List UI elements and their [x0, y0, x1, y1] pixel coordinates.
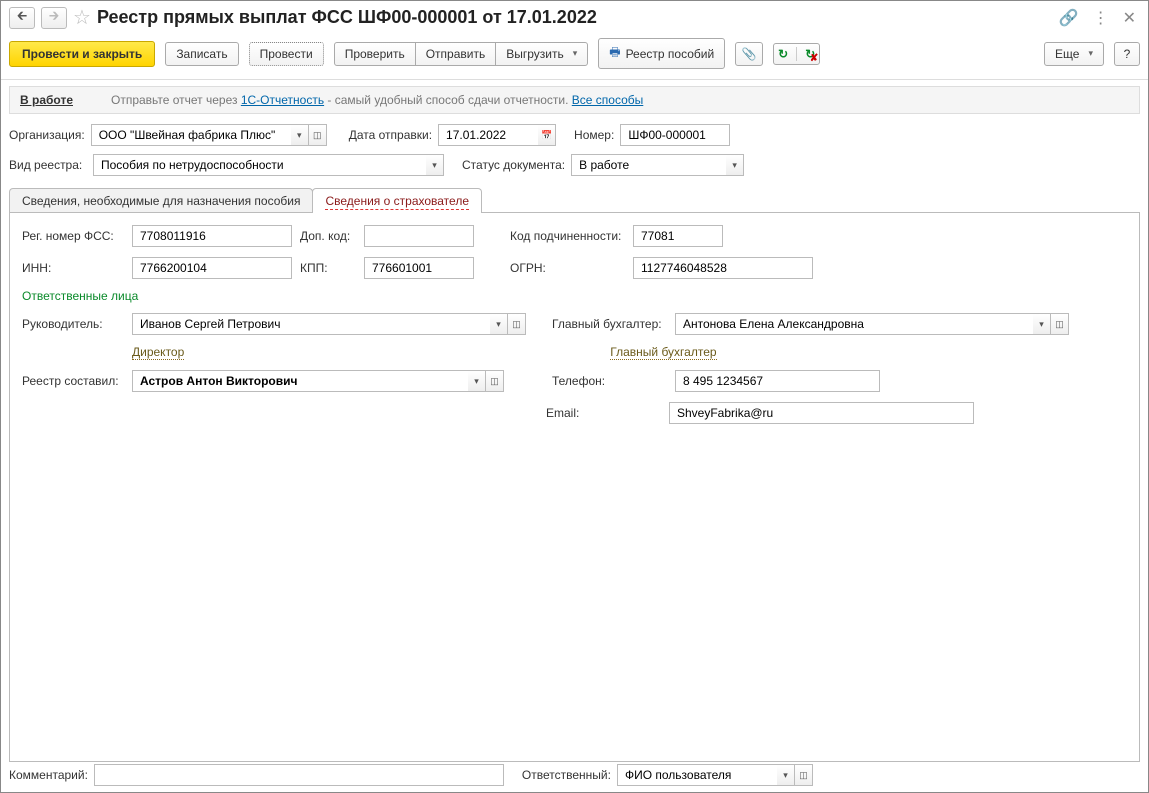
- number-label: Номер:: [574, 128, 614, 142]
- email-label: Email:: [546, 406, 661, 420]
- export-button[interactable]: Выгрузить: [495, 42, 588, 66]
- registry-type-dropdown[interactable]: ▾: [426, 154, 444, 176]
- send-date-field[interactable]: 📅: [438, 124, 556, 146]
- add-code-label: Доп. код:: [300, 229, 356, 243]
- inn-input[interactable]: [138, 260, 286, 276]
- sub-code-label: Код подчиненности:: [510, 229, 625, 243]
- kebab-menu-icon[interactable]: ⋮: [1089, 8, 1113, 28]
- responsible-label: Ответственный:: [522, 768, 611, 782]
- registry-type-field[interactable]: ▾: [93, 154, 444, 176]
- status-text: Отправьте отчет через 1С-Отчетность - са…: [111, 93, 643, 107]
- tab-content: Рег. номер ФСС: Доп. код: Код подчиненно…: [9, 212, 1140, 762]
- doc-status-field[interactable]: ▾: [571, 154, 744, 176]
- organization-input[interactable]: [97, 127, 286, 143]
- author-open[interactable]: ◫: [486, 370, 504, 392]
- responsible-dropdown[interactable]: ▾: [777, 764, 795, 786]
- ogrn-label: ОГРН:: [510, 261, 625, 275]
- doc-status-dropdown[interactable]: ▾: [726, 154, 744, 176]
- send-date-label: Дата отправки:: [349, 128, 432, 142]
- author-input[interactable]: [138, 373, 463, 389]
- send-group: Проверить Отправить Выгрузить: [334, 42, 589, 66]
- page-title: Реестр прямых выплат ФСС ШФ00-000001 от …: [97, 7, 1049, 28]
- link-icon[interactable]: 🔗: [1055, 8, 1083, 28]
- refresh-group-button[interactable]: ↻ ↻✘: [773, 43, 820, 65]
- sub-code-input[interactable]: [639, 228, 717, 244]
- email-input[interactable]: [675, 405, 968, 421]
- head-field[interactable]: ▾ ◫: [132, 313, 526, 335]
- organization-open[interactable]: ◫: [309, 124, 327, 146]
- nav-back-button[interactable]: 🡰: [9, 7, 35, 29]
- post-and-close-button[interactable]: Провести и закрыть: [9, 41, 155, 67]
- accountant-label: Главный бухгалтер:: [552, 317, 667, 331]
- favorite-star-icon[interactable]: ☆: [73, 5, 91, 30]
- send-date-input[interactable]: [444, 127, 533, 143]
- number-input[interactable]: [626, 127, 724, 143]
- refresh-icon: ↻: [778, 47, 788, 61]
- accountant-open[interactable]: ◫: [1051, 313, 1069, 335]
- accountant-field[interactable]: ▾ ◫: [675, 313, 1069, 335]
- responsible-input[interactable]: [623, 767, 772, 783]
- paperclip-icon: 📎: [742, 47, 757, 61]
- status-label: В работе: [20, 93, 73, 107]
- nav-forward-button: 🡲: [41, 7, 67, 29]
- post-button[interactable]: Провести: [249, 42, 324, 66]
- author-dropdown[interactable]: ▾: [468, 370, 486, 392]
- author-field[interactable]: ▾ ◫: [132, 370, 504, 392]
- tab-benefit-info[interactable]: Сведения, необходимые для назначения пос…: [9, 188, 313, 213]
- responsible-section-title: Ответственные лица: [22, 289, 1127, 303]
- more-button[interactable]: Еще: [1044, 42, 1104, 66]
- registry-type-input[interactable]: [99, 157, 421, 173]
- comment-input[interactable]: [100, 767, 498, 783]
- all-methods-link[interactable]: Все способы: [572, 93, 644, 107]
- head-dropdown[interactable]: ▾: [490, 313, 508, 335]
- accountant-dropdown[interactable]: ▾: [1033, 313, 1051, 335]
- author-label: Реестр составил:: [22, 374, 124, 388]
- save-button[interactable]: Записать: [165, 42, 238, 66]
- doc-status-label: Статус документа:: [462, 158, 565, 172]
- phone-label: Телефон:: [552, 374, 667, 388]
- reg-number-input[interactable]: [138, 228, 286, 244]
- head-input[interactable]: [138, 316, 485, 332]
- responsible-field[interactable]: ▾ ◫: [617, 764, 813, 786]
- check-button[interactable]: Проверить: [334, 42, 416, 66]
- status-bar: В работе Отправьте отчет через 1С-Отчетн…: [9, 86, 1140, 114]
- accountant-position-link[interactable]: Главный бухгалтер: [610, 345, 716, 360]
- send-button[interactable]: Отправить: [415, 42, 497, 66]
- reg-number-label: Рег. номер ФСС:: [22, 229, 124, 243]
- organization-field[interactable]: ▾ ◫: [91, 124, 327, 146]
- refresh-cancel-icon: ↻✘: [805, 47, 815, 61]
- help-button[interactable]: ?: [1114, 42, 1140, 66]
- head-label: Руководитель:: [22, 317, 124, 331]
- head-position-link[interactable]: Директор: [132, 345, 184, 360]
- phone-input[interactable]: [681, 373, 874, 389]
- registry-button[interactable]: 🖶 Реестр пособий: [598, 38, 725, 69]
- head-open[interactable]: ◫: [508, 313, 526, 335]
- doc-status-input[interactable]: [577, 157, 721, 173]
- responsible-open[interactable]: ◫: [795, 764, 813, 786]
- accountant-input[interactable]: [681, 316, 1028, 332]
- add-code-input[interactable]: [370, 228, 468, 244]
- registry-label: Реестр пособий: [626, 47, 715, 61]
- kpp-label: КПП:: [300, 261, 356, 275]
- ogrn-input[interactable]: [639, 260, 807, 276]
- inn-label: ИНН:: [22, 261, 124, 275]
- tab-insurer-info[interactable]: Сведения о страхователе: [312, 188, 482, 213]
- kpp-input[interactable]: [370, 260, 468, 276]
- comment-label: Комментарий:: [9, 768, 88, 782]
- report-link[interactable]: 1С-Отчетность: [241, 93, 324, 107]
- attach-button[interactable]: 📎: [735, 42, 763, 66]
- send-date-calendar[interactable]: 📅: [538, 124, 556, 146]
- organization-label: Организация:: [9, 128, 85, 142]
- organization-dropdown[interactable]: ▾: [291, 124, 309, 146]
- printer-icon: 🖶: [609, 43, 620, 64]
- close-window-icon[interactable]: ✕: [1119, 8, 1140, 28]
- registry-type-label: Вид реестра:: [9, 158, 87, 172]
